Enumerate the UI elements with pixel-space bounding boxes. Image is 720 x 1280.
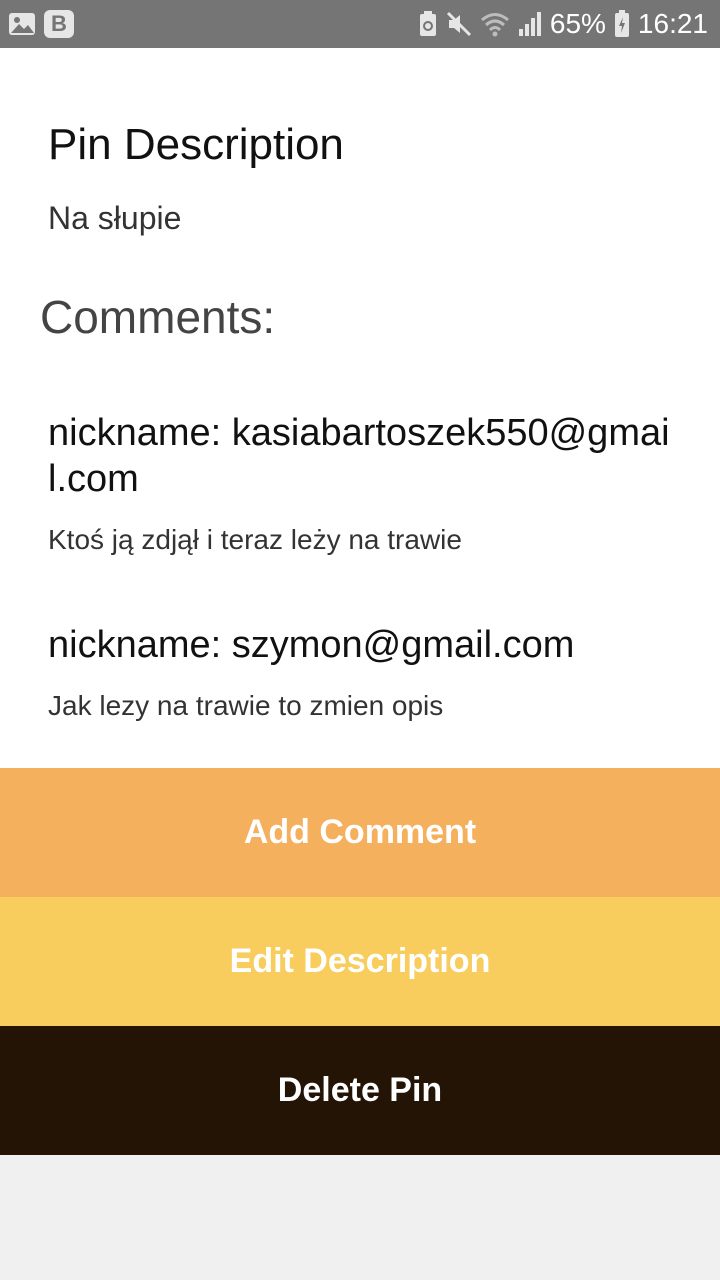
comment-text: Jak lezy na trawie to zmien opis xyxy=(48,690,444,721)
delete-pin-button[interactable]: Delete Pin xyxy=(0,1026,720,1155)
pin-details-panel: Pin Description Na słupie Comments: nick… xyxy=(0,48,720,768)
comment-item: nickname: szymon@gmail.com Jak lezy na t… xyxy=(48,622,688,722)
pin-description-title: Pin Description xyxy=(48,120,344,169)
status-bar-right: 65% 16:21 xyxy=(418,8,708,40)
status-bar-left: B xyxy=(8,10,74,38)
signal-icon xyxy=(518,11,542,37)
battery-percent: 65% xyxy=(549,8,606,39)
image-icon xyxy=(8,10,36,38)
status-bar: B 65% 16:21 xyxy=(0,0,720,48)
recycle-icon xyxy=(418,10,438,38)
comment-nickname: nickname: szymon@gmail.com xyxy=(48,624,575,666)
wifi-icon xyxy=(480,11,510,37)
comments-heading: Comments: xyxy=(40,291,276,343)
pin-description-text: Na słupie xyxy=(48,200,182,236)
battery-icon xyxy=(614,10,630,38)
comment-item: nickname: kasiabartoszek550@gmail.com Kt… xyxy=(48,410,688,556)
mute-icon xyxy=(446,11,472,37)
comment-text: Ktoś ją zdjął i teraz leży na trawie xyxy=(48,524,462,555)
comment-nickname: nickname: kasiabartoszek550@gmail.com xyxy=(48,412,670,500)
b-app-icon: B xyxy=(44,10,74,38)
clock: 16:21 xyxy=(637,8,708,39)
edit-description-button[interactable]: Edit Description xyxy=(0,897,720,1026)
add-comment-button[interactable]: Add Comment xyxy=(0,768,720,897)
